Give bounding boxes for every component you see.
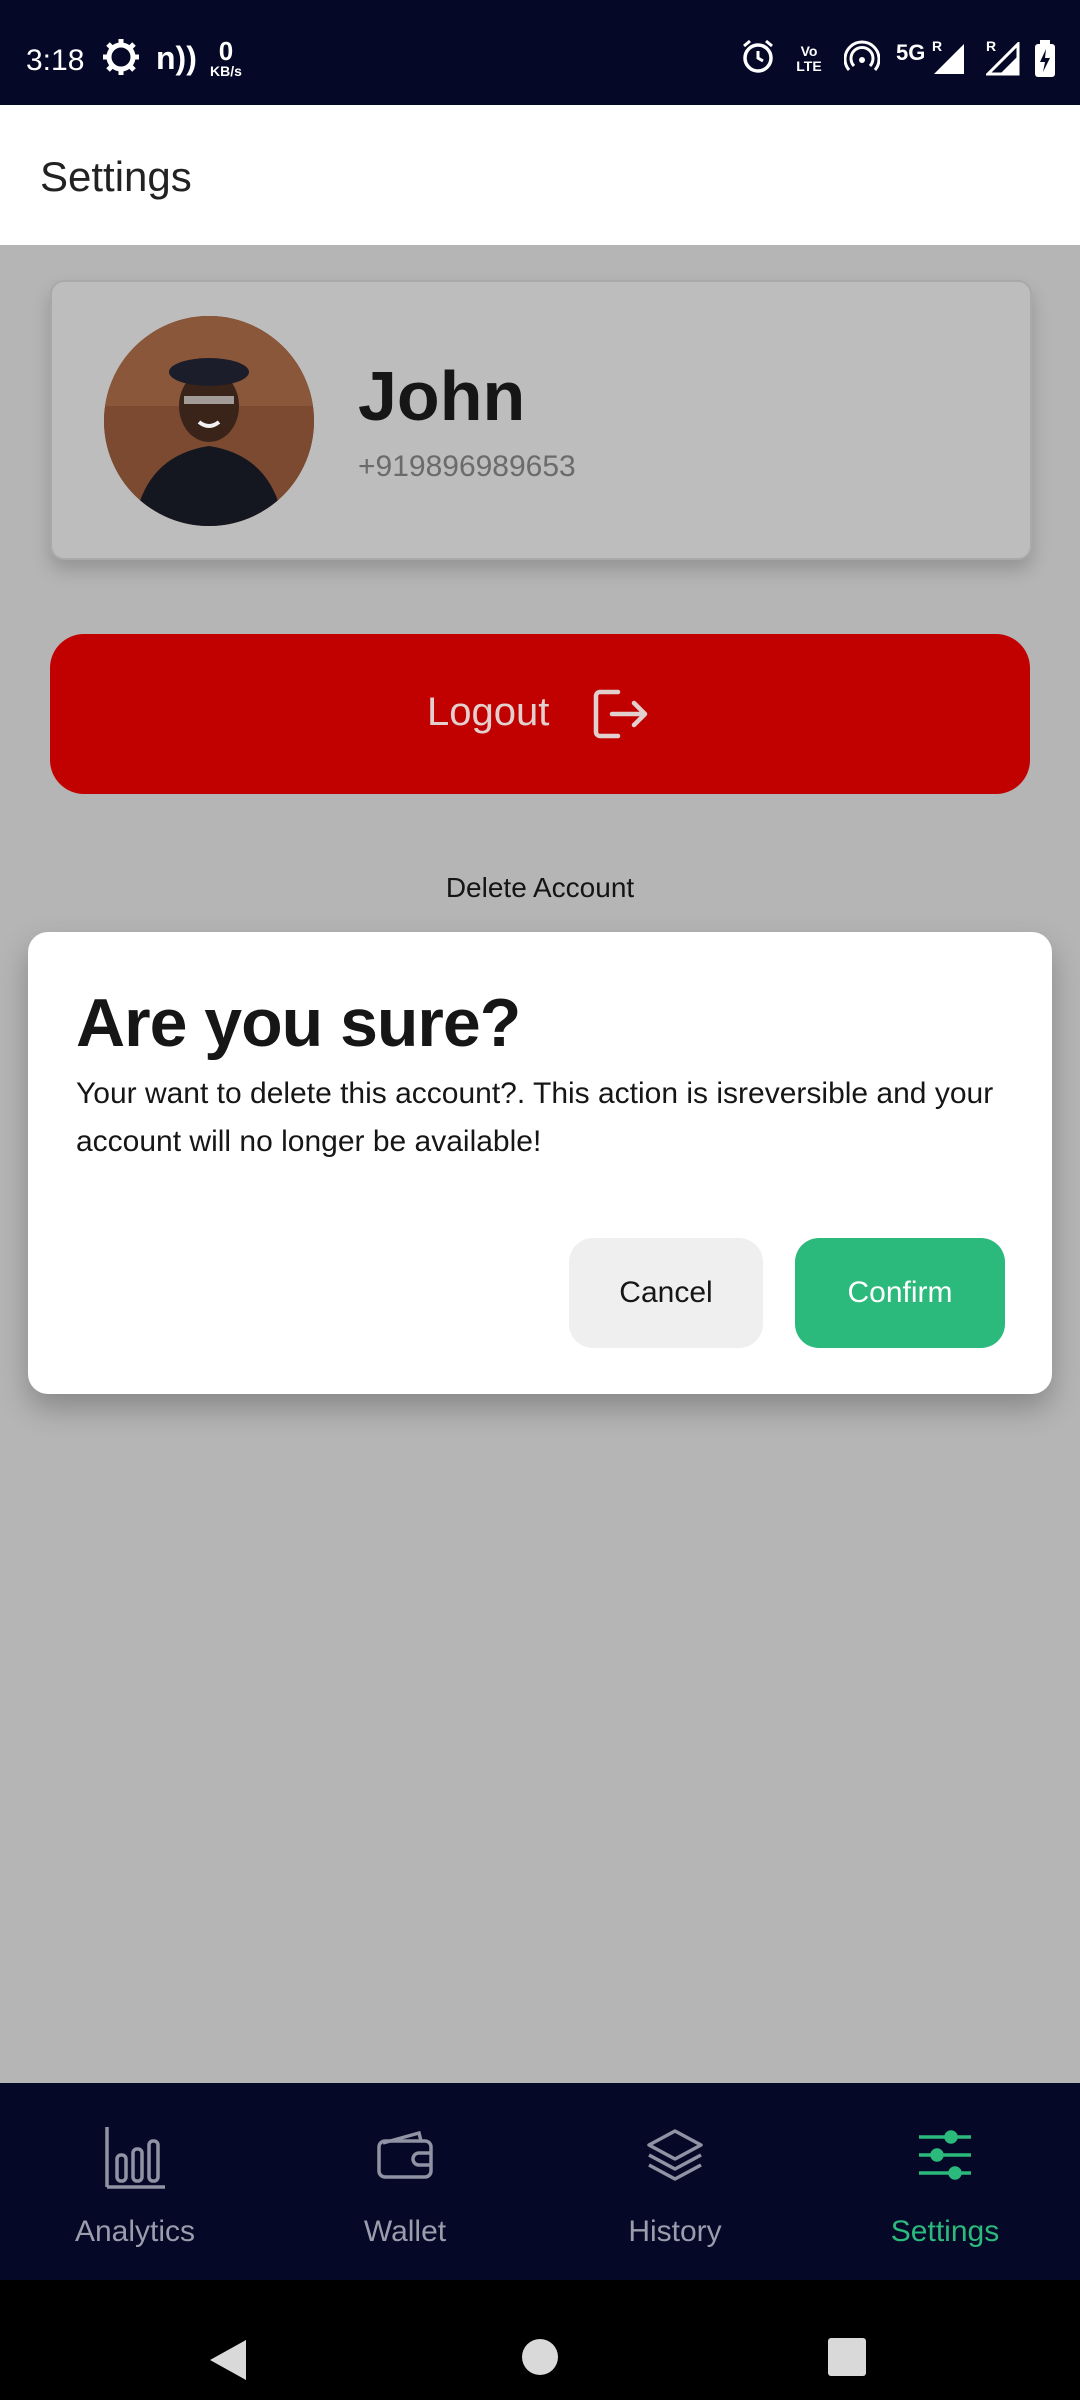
delete-account-link[interactable]: Delete Account xyxy=(0,872,1080,904)
status-bar: 3:18 n)) 0 KB/s Vo LTE 5G R R xyxy=(0,0,1080,105)
nav-item-settings[interactable]: Settings xyxy=(810,2083,1080,2280)
nfc-icon: n)) xyxy=(156,40,197,76)
nav-item-analytics[interactable]: Analytics xyxy=(0,2083,270,2280)
profile-card: John +919896989653 xyxy=(50,280,1032,560)
logout-button[interactable]: Logout xyxy=(50,634,1030,794)
dialog-title: Are you sure? xyxy=(76,985,521,1061)
nav-label-settings: Settings xyxy=(890,2215,1000,2248)
nav-label-analytics: Analytics xyxy=(74,2215,196,2248)
avatar xyxy=(104,316,314,526)
home-icon[interactable] xyxy=(521,2338,559,2381)
dialog-message: Your want to delete this account?. This … xyxy=(76,1077,994,1158)
volte-icon: Vo LTE xyxy=(796,43,822,74)
nav-item-history[interactable]: History xyxy=(540,2083,810,2280)
alarm-icon xyxy=(740,38,776,79)
nav-label-wallet: Wallet xyxy=(363,2215,447,2248)
nav-label-history: History xyxy=(628,2215,722,2248)
network-type: 5G xyxy=(896,40,926,65)
sliders-icon xyxy=(915,2125,975,2190)
battery-icon xyxy=(1034,40,1056,83)
cancel-button[interactable]: Cancel xyxy=(569,1238,763,1348)
logout-label: Logout xyxy=(427,690,550,734)
signal-icon-2 xyxy=(984,40,1020,81)
bottom-nav: Analytics Wallet History Settings xyxy=(0,2083,1080,2280)
signal-icon xyxy=(932,42,966,81)
layers-icon xyxy=(645,2125,705,2190)
nav-item-wallet[interactable]: Wallet xyxy=(270,2083,540,2280)
back-icon[interactable] xyxy=(208,2338,248,2387)
profile-name: John xyxy=(358,357,526,435)
wallet-icon xyxy=(375,2125,435,2190)
recents-icon[interactable] xyxy=(828,2338,866,2381)
profile-phone: +919896989653 xyxy=(358,450,576,483)
network-speed: 0 KB/s xyxy=(210,36,242,79)
logout-icon xyxy=(590,686,650,747)
status-time: 3:18 xyxy=(26,44,85,77)
page-title: Settings xyxy=(40,153,192,200)
confirm-delete-dialog: Are you sure? Your want to delete this a… xyxy=(28,932,1052,1394)
settings-gear-icon xyxy=(102,38,140,81)
confirm-button[interactable]: Confirm xyxy=(795,1238,1005,1348)
app-bar: Settings xyxy=(0,105,1080,245)
hotspot-icon xyxy=(843,38,881,79)
bar-chart-icon xyxy=(103,2125,167,2194)
